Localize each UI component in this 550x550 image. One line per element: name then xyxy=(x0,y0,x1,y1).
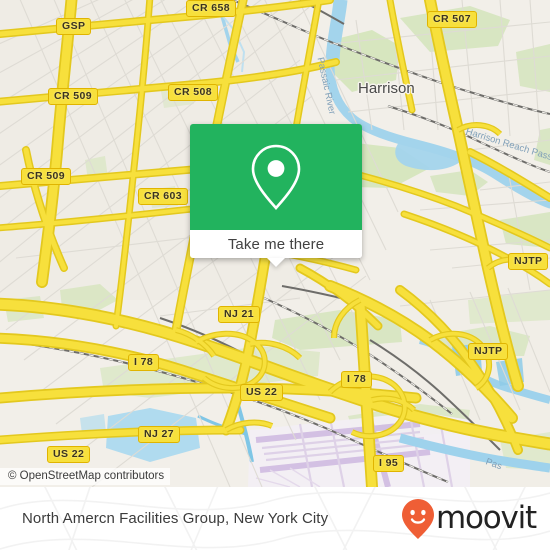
moovit-smiley-pin-icon xyxy=(401,498,434,539)
moovit-map-screenshot: Harrison Passaic River Harrison Reach Pa… xyxy=(0,0,550,550)
road-shield-cr-507: CR 507 xyxy=(427,11,478,28)
road-shield-i-95: I 95 xyxy=(373,455,405,472)
road-shield-cr-509-west: CR 509 xyxy=(21,168,72,185)
road-shield-njtp-south: NJTP xyxy=(468,343,509,360)
page-title: North Amercn Facilities Group, New York … xyxy=(22,510,329,527)
map-view[interactable]: Harrison Passaic River Harrison Reach Pa… xyxy=(0,0,550,487)
road-shield-njtp-east: NJTP xyxy=(508,253,549,270)
popup-pointer xyxy=(267,258,285,267)
road-shield-cr-603: CR 603 xyxy=(138,188,189,205)
take-me-there-button[interactable]: Take me there xyxy=(190,230,362,258)
road-shield-i-78-west: I 78 xyxy=(128,354,160,371)
osm-attribution[interactable]: © OpenStreetMap contributors xyxy=(0,468,171,485)
footer-bar: North Amercn Facilities Group, New York … xyxy=(0,487,550,550)
map-place-label-harrison: Harrison xyxy=(358,80,415,97)
road-shield-i-78-east: I 78 xyxy=(341,371,373,388)
road-shield-us-22-center: US 22 xyxy=(240,384,284,401)
road-shield-us-22-west: US 22 xyxy=(47,446,91,463)
map-pin-icon xyxy=(251,144,301,210)
road-shield-cr-508: CR 508 xyxy=(168,84,219,101)
road-shield-nj-21: NJ 21 xyxy=(218,306,261,323)
road-shield-nj-27: NJ 27 xyxy=(138,426,181,443)
take-me-there-label: Take me there xyxy=(227,235,325,253)
location-popup-card[interactable]: Take me there xyxy=(190,124,362,267)
road-shield-cr-658: CR 658 xyxy=(186,0,237,17)
moovit-wordmark: moovit xyxy=(435,500,537,536)
road-shield-cr-509-north: CR 509 xyxy=(48,88,99,105)
road-shield-gsp: GSP xyxy=(56,18,92,35)
popup-pin-panel xyxy=(190,124,362,230)
moovit-logo[interactable]: moovit xyxy=(401,498,537,540)
